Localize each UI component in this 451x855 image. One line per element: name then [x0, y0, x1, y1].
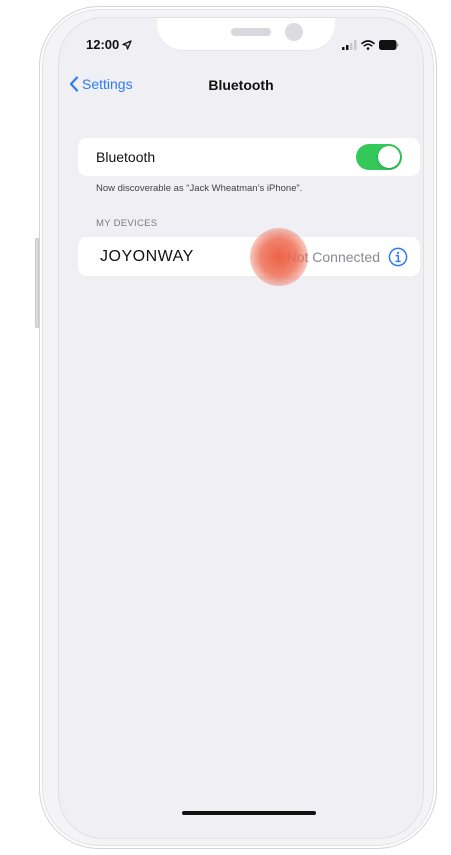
status-icons: [342, 40, 399, 50]
discoverable-footer: Now discoverable as “Jack Wheatman’s iPh…: [96, 183, 303, 194]
notch: [157, 18, 335, 50]
back-button[interactable]: Settings: [69, 76, 133, 92]
chevron-left-icon: [69, 76, 79, 92]
bluetooth-toggle[interactable]: [356, 144, 402, 170]
back-button-label: Settings: [82, 76, 133, 92]
device-name: JOYONWAY: [100, 247, 194, 265]
battery-icon: [379, 40, 399, 50]
status-time: 12:00: [86, 37, 120, 52]
device-status-group: Not Connected: [287, 247, 408, 267]
phone-screen: 12:00 Settings Bluetooth Bluetooth Now d…: [59, 18, 423, 838]
bluetooth-toggle-row: Bluetooth: [78, 138, 420, 176]
bluetooth-label: Bluetooth: [96, 149, 156, 165]
home-indicator: [182, 811, 316, 815]
device-status: Not Connected: [286, 248, 380, 265]
location-arrow-icon: [122, 39, 132, 50]
toggle-knob: [378, 146, 400, 168]
speaker-grille: [231, 28, 271, 36]
device-row-joyonway[interactable]: JOYONWAY Not Connected: [78, 237, 420, 276]
info-icon[interactable]: [388, 247, 408, 267]
my-devices-header: MY DEVICES: [96, 218, 158, 229]
front-camera: [285, 23, 303, 41]
stage: 12:00 Settings Bluetooth Bluetooth Now d…: [0, 0, 451, 855]
status-time-group: 12:00: [86, 37, 132, 52]
cellular-signal-icon: [342, 40, 357, 50]
wifi-icon: [361, 40, 375, 50]
